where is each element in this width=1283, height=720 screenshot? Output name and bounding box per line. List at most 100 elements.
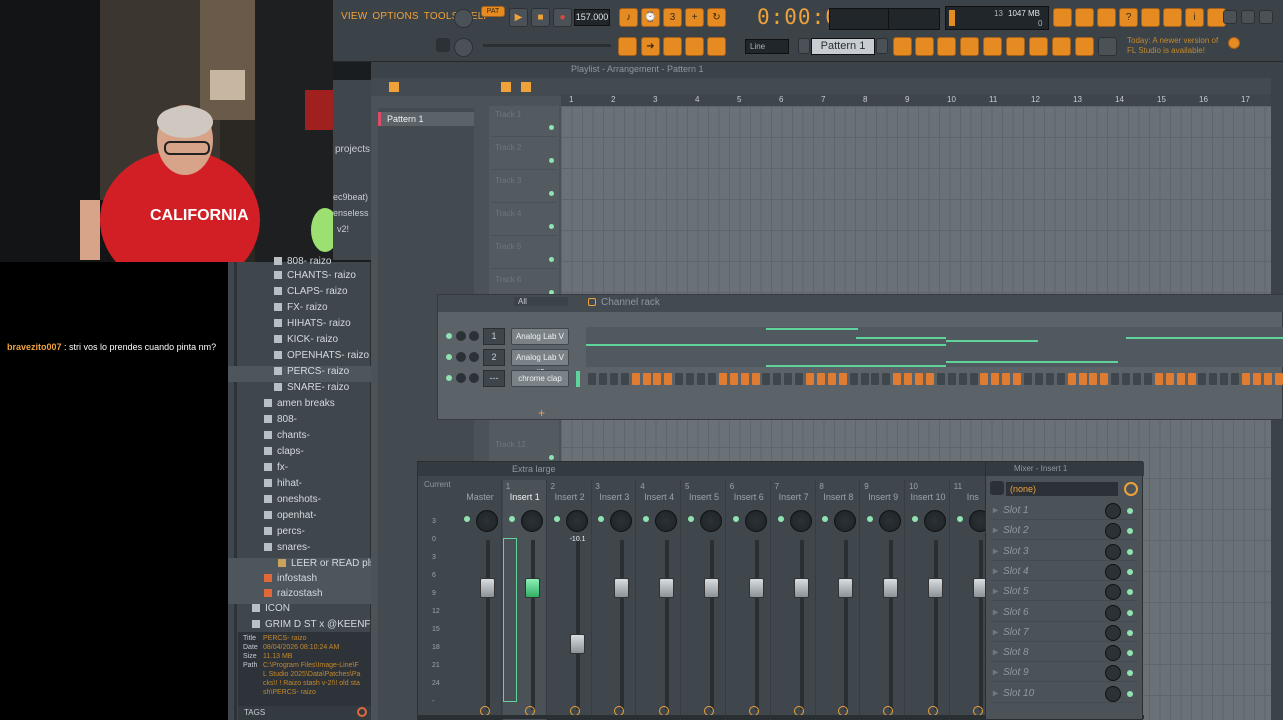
step-button[interactable] [1133,373,1141,385]
slot-arrow-icon[interactable]: ▸ [993,685,998,703]
slot-mix-knob[interactable] [1105,584,1121,601]
track-led[interactable] [549,257,554,262]
slot-mix-knob[interactable] [1105,604,1121,621]
browser-item[interactable]: infostash [228,573,371,589]
slot-enable-led[interactable] [1127,690,1133,697]
pat-song-toggle[interactable]: PAT [481,6,505,17]
step-button[interactable] [762,373,771,385]
slot-arrow-icon[interactable]: ▸ [993,624,998,642]
effect-slot[interactable]: ▸ Slot 4 [991,563,1137,581]
browser-item[interactable]: SNARE- raizo [228,382,371,398]
slot-arrow-icon[interactable]: ▸ [993,664,998,682]
step-button[interactable] [1100,373,1109,385]
stamp-icon[interactable] [707,37,726,56]
step-button[interactable] [1187,373,1196,385]
channel-pan-knob[interactable] [456,331,466,341]
tuner-icon[interactable] [1075,8,1094,27]
snap-select[interactable]: Line [745,39,789,54]
step-button[interactable] [860,373,869,385]
piano-roll-icon[interactable] [618,37,637,56]
step-button[interactable] [1176,373,1185,385]
channel-led[interactable] [446,354,452,360]
channel-mixer-track[interactable]: 1 [483,328,505,345]
step-button[interactable] [915,373,923,385]
tags-bar[interactable]: TAGS [238,706,371,720]
browser-item[interactable]: chants- [228,430,371,446]
menu-options[interactable]: OPTIONS [372,11,418,22]
effect-slot[interactable]: ▸ Slot 6 [991,604,1137,622]
step-button[interactable] [925,373,934,385]
strip-pan-knob[interactable] [610,510,633,532]
browser-item[interactable]: ICON [228,603,371,619]
slot-enable-led[interactable] [1127,548,1133,555]
step-button[interactable] [936,373,945,385]
step-button[interactable] [686,373,695,385]
step-button[interactable] [849,373,858,385]
effect-slot[interactable]: ▸ Slot 1 [991,502,1137,520]
step-button[interactable] [631,373,640,385]
step-button[interactable] [1111,373,1120,385]
save-icon[interactable] [1141,8,1160,27]
slot-mix-knob[interactable] [1105,665,1121,682]
stop-button[interactable]: ■ [531,8,550,27]
strip-pan-knob[interactable] [655,510,678,532]
volume-fader[interactable] [704,577,719,598]
metronome-icon[interactable]: ♪ [619,8,638,27]
strip-enable-led[interactable] [598,516,605,522]
rack-speaker-icon[interactable] [588,298,596,306]
snap-pin-icon[interactable] [436,38,450,52]
link-icon[interactable] [685,37,704,56]
strip-enable-led[interactable] [777,516,784,522]
step-button[interactable] [620,373,629,385]
track-header[interactable]: Track 1 [491,106,557,137]
song-position-slider[interactable] [483,44,611,47]
browser-item[interactable]: snares- [228,542,371,558]
browser-icon[interactable] [983,37,1002,56]
step-button[interactable] [806,373,814,385]
channel-led[interactable] [446,375,452,381]
browser-item[interactable]: openhat- [228,510,371,526]
maximize-button[interactable] [1241,10,1255,24]
strip-pan-knob[interactable] [744,510,767,532]
browser-item[interactable]: HIHATS- raizo [228,318,371,334]
slot-enable-led[interactable] [1127,508,1133,514]
browser-item[interactable]: LEER or READ pls [228,558,375,574]
channel-pan-knob[interactable] [456,373,466,383]
next-pattern-button[interactable] [876,38,888,54]
effect-slot[interactable]: ▸ Slot 9 [991,664,1137,683]
volume-fader[interactable] [569,634,585,654]
browser-fragment-3[interactable]: enseless [333,208,369,218]
volume-fader[interactable] [793,577,809,598]
step-button[interactable] [1143,373,1152,385]
step-edit-icon[interactable]: + [685,8,704,27]
track-header[interactable]: Track 2 [491,139,557,170]
step-button[interactable] [1154,373,1163,385]
strip-enable-led[interactable] [643,516,650,522]
browser-item[interactable]: raizostash [228,588,371,604]
strip-enable-led[interactable] [553,516,560,522]
step-button[interactable] [969,373,978,385]
volume-fader[interactable] [524,577,540,598]
slot-enable-led[interactable] [1127,629,1133,636]
plugin-database-icon[interactable] [1006,37,1025,56]
mixer-strip[interactable]: 5 Insert 5 [682,480,726,720]
channel-name-button[interactable]: chrome clap [511,370,569,387]
channel-select-indicator[interactable] [576,371,580,387]
mixer-strip[interactable]: 3 Insert 3 [592,480,637,720]
slot-arrow-icon[interactable]: ▸ [993,543,998,561]
mixer-strip[interactable]: 9 Insert 9 [861,480,906,720]
step-button[interactable] [1034,373,1043,385]
step-button[interactable] [1209,373,1218,385]
slot-mix-knob[interactable] [1105,685,1121,702]
browser-item[interactable]: OPENHATS- raizo [228,350,371,366]
browser-item[interactable]: claps- [228,446,371,462]
fruity-icon[interactable] [1052,37,1071,56]
mixer-strip[interactable]: 8 Insert 8 [816,480,861,720]
record-button[interactable]: ● [553,8,572,27]
step-button[interactable] [980,373,989,385]
mic-icon[interactable] [1097,8,1116,27]
slot-enable-led[interactable] [1127,650,1133,657]
mixer-strip[interactable]: 10 Insert 10 [906,480,950,720]
step-button[interactable] [697,373,705,385]
slot-enable-led[interactable] [1127,609,1133,616]
